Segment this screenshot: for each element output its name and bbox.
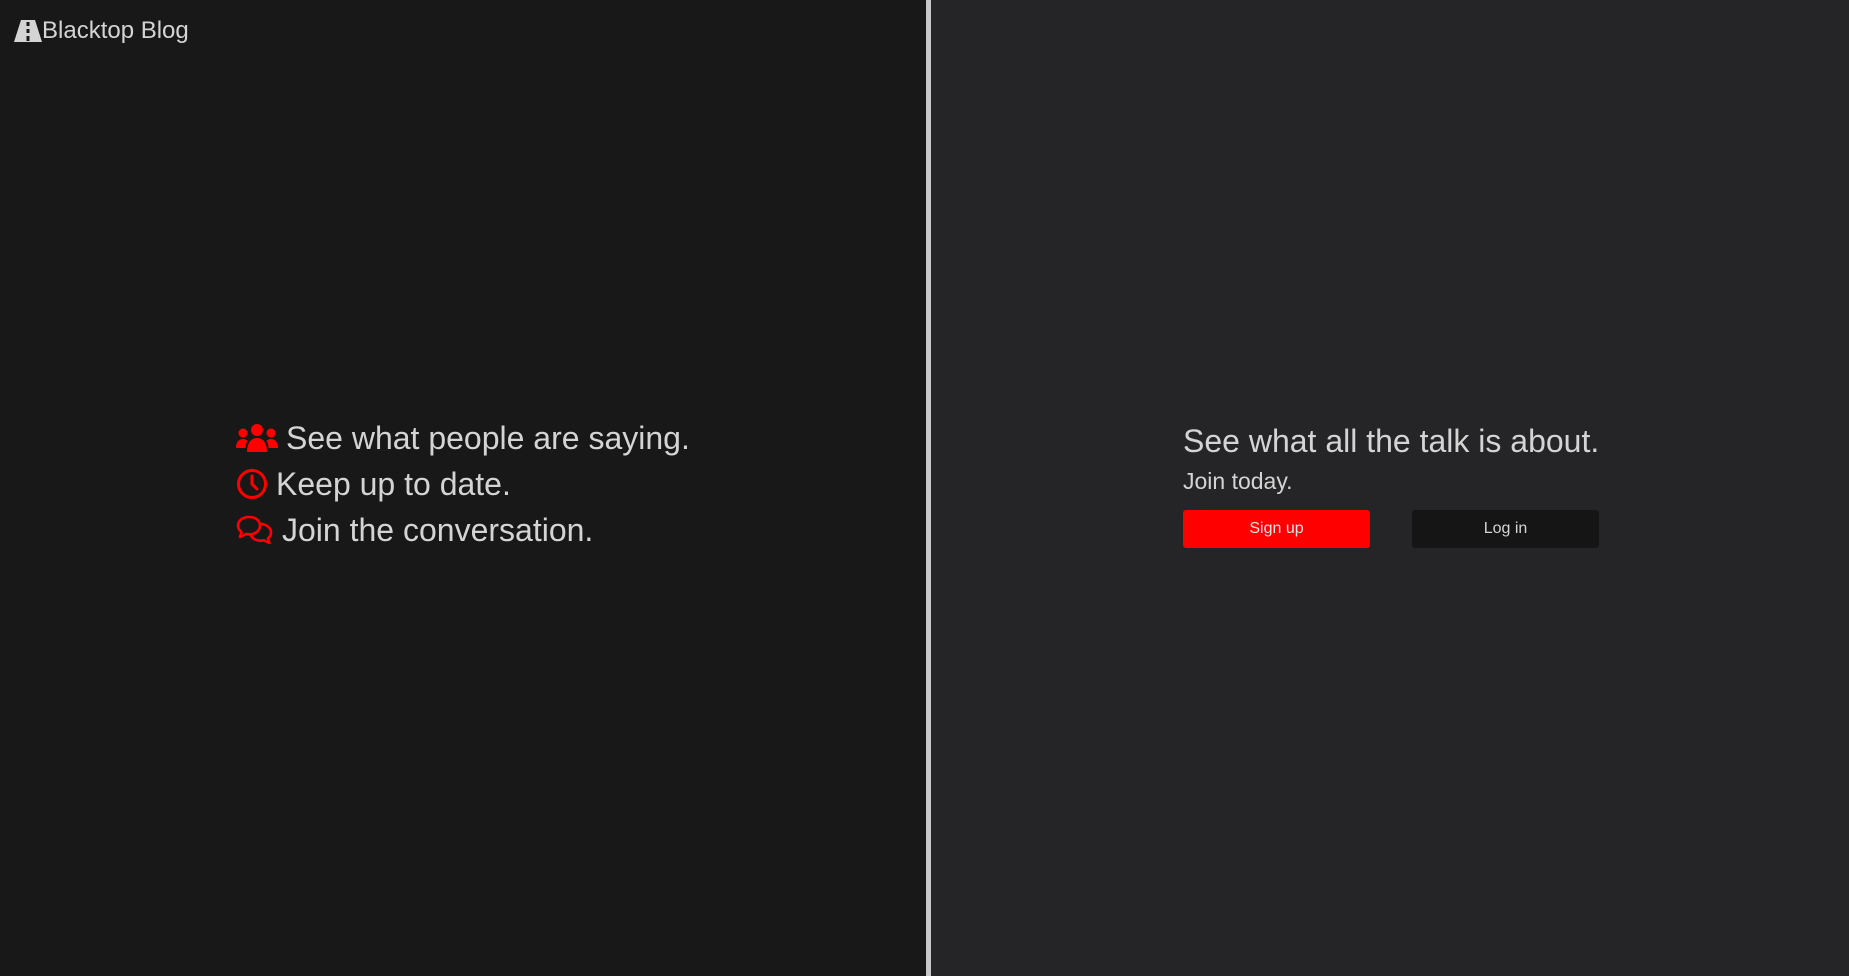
cta-title: See what all the talk is about. (1183, 423, 1600, 459)
signup-button[interactable]: Sign up (1183, 510, 1370, 548)
feature-text: Keep up to date. (276, 465, 511, 502)
road-icon (14, 20, 42, 42)
brand-link[interactable]: Blacktop Blog (14, 16, 189, 46)
feature-item: See what people are saying. (236, 415, 690, 461)
feature-text: See what people are saying. (286, 419, 690, 456)
brand-name: Blacktop Blog (42, 17, 189, 44)
feature-item: Join the conversation. (236, 507, 690, 553)
feature-item: Keep up to date. (236, 461, 690, 507)
users-icon (236, 423, 278, 453)
cta-subtitle: Join today. (1183, 468, 1293, 494)
clock-icon (236, 468, 268, 500)
cta-section: See what all the talk is about. Join tod… (1183, 420, 1599, 548)
feature-list: See what people are saying. Keep up to d… (236, 415, 690, 553)
cta-buttons: Sign up Log in (1183, 510, 1599, 548)
comments-icon (236, 515, 274, 545)
login-button[interactable]: Log in (1412, 510, 1599, 548)
left-panel: Blacktop Blog See what people are saying… (0, 0, 926, 976)
feature-text: Join the conversation. (282, 511, 594, 548)
